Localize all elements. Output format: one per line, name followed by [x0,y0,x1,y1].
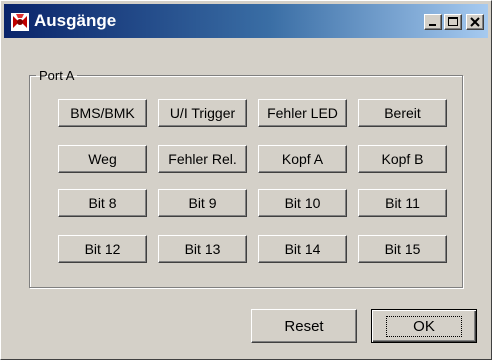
close-button[interactable] [466,14,484,30]
port-button-weg[interactable]: Weg [58,145,147,173]
port-button-bit-12[interactable]: Bit 12 [58,235,147,263]
reset-button[interactable]: Reset [251,309,357,343]
port-button-bit-14[interactable]: Bit 14 [258,235,347,263]
port-button-bms-bmk[interactable]: BMS/BMK [58,99,147,127]
port-button-bit-13[interactable]: Bit 13 [158,235,247,263]
port-button-kopf-b[interactable]: Kopf B [358,145,447,173]
port-button-bit-10[interactable]: Bit 10 [258,189,347,217]
port-button-bit-9[interactable]: Bit 9 [158,189,247,217]
port-button-ui-trigger[interactable]: U/I Trigger [158,99,247,127]
close-icon [470,17,480,27]
app-icon[interactable] [10,12,30,32]
minimize-button[interactable] [424,14,442,30]
port-a-label: Port A [39,68,75,83]
port-button-bit-15[interactable]: Bit 15 [358,235,447,263]
port-button-bit-8[interactable]: Bit 8 [58,189,147,217]
port-button-fehler-led[interactable]: Fehler LED [258,99,347,127]
port-button-fehler-rel[interactable]: Fehler Rel. [158,145,247,173]
title-bar[interactable]: Ausgänge [4,4,488,38]
window-title: Ausgänge [34,11,117,30]
minimize-icon [429,24,436,26]
ok-button-label: OK [386,315,462,337]
maximize-button[interactable] [444,14,462,30]
port-button-bit-11[interactable]: Bit 11 [358,189,447,217]
port-button-bereit[interactable]: Bereit [358,99,447,127]
ok-button[interactable]: OK [371,309,477,343]
port-button-kopf-a[interactable]: Kopf A [258,145,347,173]
dialog-window: Ausgänge Port A BMS/BMK U/I Trigger Fehl… [0,0,492,360]
maximize-icon [448,17,458,26]
